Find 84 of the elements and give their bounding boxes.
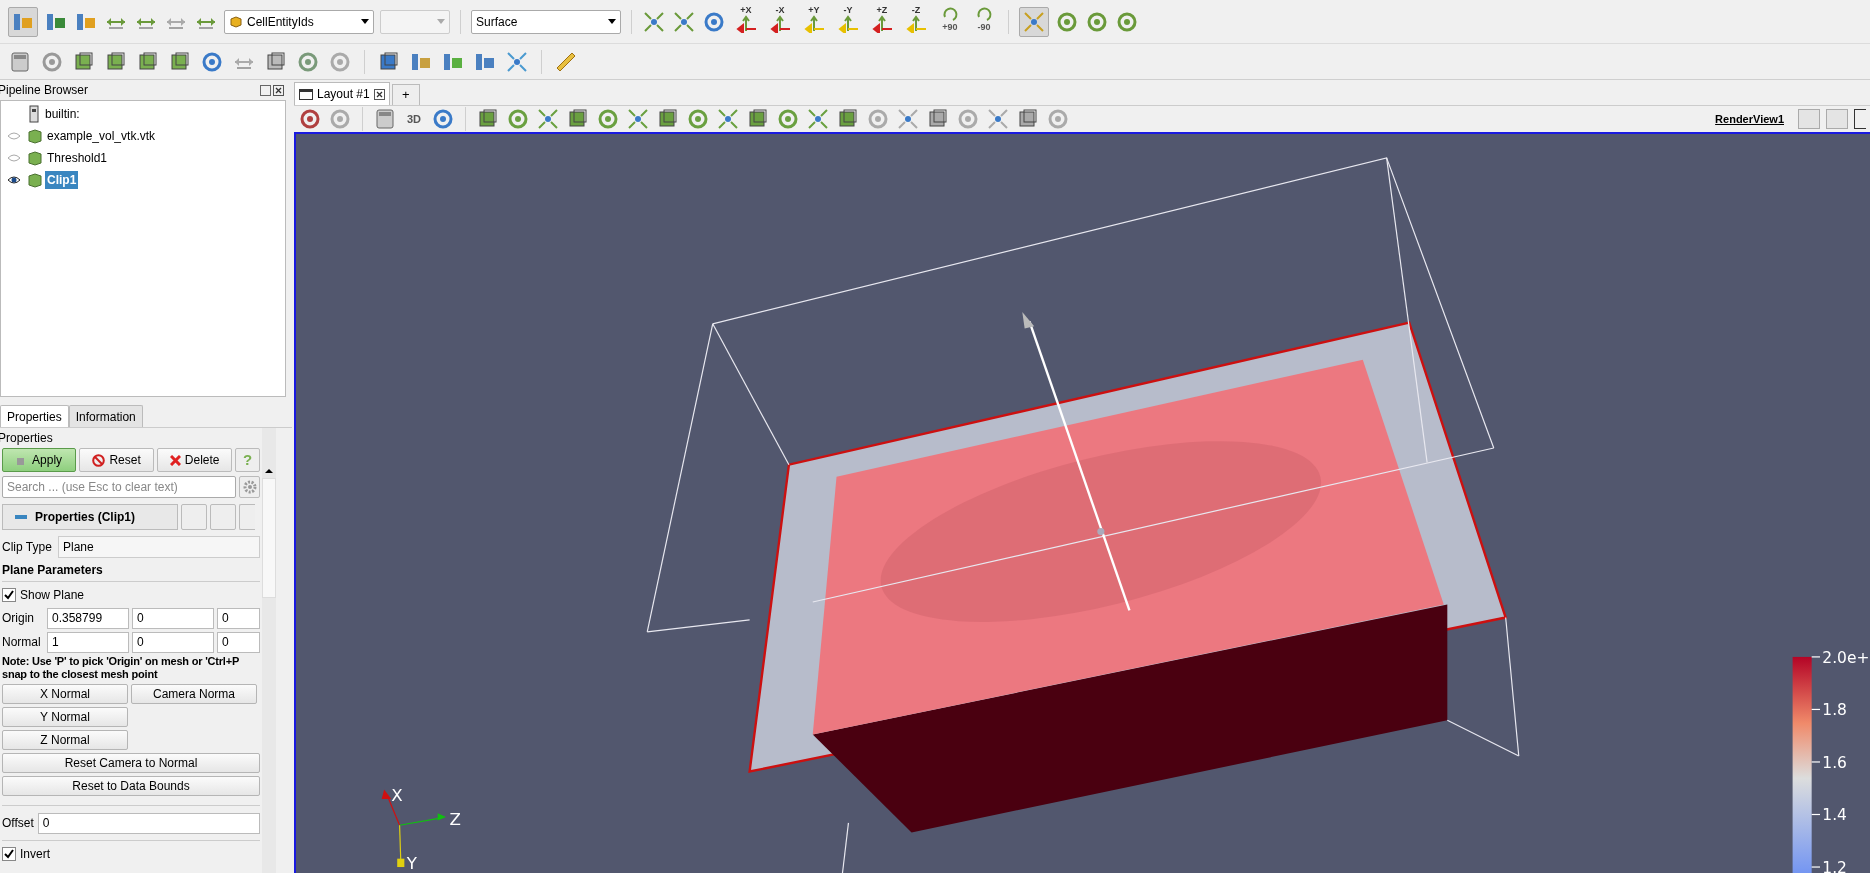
axis-label: Y: [406, 854, 417, 873]
view-direction-button[interactable]: -X: [766, 5, 794, 38]
array-select[interactable]: CellEntityIds: [224, 9, 374, 34]
gear-icon: [242, 480, 257, 494]
view-direction-button[interactable]: +Z: [868, 5, 896, 38]
maximize-icon[interactable]: [1854, 109, 1866, 129]
view-name: RenderView1: [1715, 111, 1784, 127]
number-field[interactable]: 0: [217, 607, 260, 629]
normal-button[interactable]: X Normal: [2, 684, 128, 704]
legend-label: 2.0e+: [1822, 648, 1870, 667]
group-title: Plane Parameters: [2, 562, 260, 582]
offset-field[interactable]: 0: [37, 812, 260, 834]
rotate-button[interactable]: -90: [970, 4, 998, 39]
tick-mark: [1811, 656, 1821, 658]
rotate-button[interactable]: +90: [936, 4, 964, 39]
tick-mark: [1811, 708, 1821, 711]
view-direction-button[interactable]: -Y: [834, 5, 862, 38]
field-label: Offset: [2, 815, 34, 832]
field-label: Normal: [2, 634, 42, 651]
delete-button[interactable]: Delete: [157, 448, 233, 472]
legend-label: 1.2: [1822, 859, 1847, 873]
tick-mark: [1811, 813, 1821, 816]
delete-icon: [169, 454, 181, 466]
cube-icon: [229, 14, 243, 29]
note-text: Note: Use 'P' to pick 'Origin' on mesh or 'Ctrl+P: [2, 655, 241, 668]
layout-tab[interactable]: Layout #1: [294, 82, 390, 105]
float-icon[interactable]: [260, 84, 271, 96]
view-direction-button[interactable]: +Y: [800, 5, 828, 38]
field-label: Clip Type: [2, 539, 53, 556]
number-field[interactable]: 0: [132, 631, 214, 653]
checkbox[interactable]: [2, 847, 16, 861]
pipeline-item[interactable]: Threshold1: [45, 149, 110, 167]
representation-select[interactable]: Surface: [471, 9, 621, 34]
apply-button[interactable]: Apply: [2, 448, 77, 472]
checkbox[interactable]: [2, 588, 16, 602]
section-header[interactable]: Properties (Clip1): [2, 504, 178, 530]
normal-button[interactable]: Camera Norma: [131, 684, 257, 704]
add-tab-button[interactable]: +: [391, 84, 420, 105]
collapse-icon: [15, 515, 27, 519]
server-icon: [27, 105, 41, 123]
number-field[interactable]: 0: [132, 607, 214, 629]
checkbox-label: Show Plane: [20, 587, 85, 604]
axis-label: Z: [449, 810, 461, 830]
cube-icon: [27, 150, 43, 166]
scrollbar[interactable]: [262, 428, 276, 873]
reset-button[interactable]: Reset: [79, 448, 155, 472]
render-view[interactable]: 2.0e+ 1.8 1.6 1.4 1.2 X Y Z: [294, 132, 1870, 873]
reset-bounds-button[interactable]: Reset to Data Bounds: [2, 776, 260, 796]
caret-icon: [361, 19, 369, 24]
no-entry-icon: [92, 453, 106, 467]
note-text: snap to the closest mesh point: [2, 668, 159, 681]
view-direction-button[interactable]: -Z: [902, 5, 930, 38]
legend-label: 1.6: [1822, 753, 1847, 772]
search-field[interactable]: Search ... (use Esc to clear text): [2, 476, 236, 498]
clip-type-select[interactable]: Plane: [58, 536, 260, 558]
close-icon[interactable]: [373, 88, 385, 100]
cube-icon: [27, 128, 43, 144]
panel-tab[interactable]: Properties: [0, 405, 69, 427]
caret-icon: [437, 19, 445, 24]
caret-icon: [608, 19, 616, 24]
number-field[interactable]: 0.358799: [47, 607, 129, 629]
pipeline-item[interactable]: builtin:: [43, 105, 82, 123]
panel-tab[interactable]: Information: [68, 405, 143, 427]
legend-label: 1.8: [1822, 701, 1847, 720]
tick-mark: [1811, 761, 1821, 763]
reset-bounds-button[interactable]: Reset Camera to Normal: [2, 753, 260, 773]
axis-label: X: [391, 786, 403, 806]
view-direction-button[interactable]: +X: [732, 5, 760, 38]
mode-button[interactable]: 3D: [403, 110, 426, 128]
normal-arrow[interactable]: [1022, 311, 1131, 611]
window-icon: [299, 88, 313, 100]
legend-label: 1.4: [1822, 806, 1847, 825]
cube-icon: [27, 172, 43, 188]
pipeline-item[interactable]: example_vol_vtk.vtk: [45, 127, 158, 145]
tick-mark: [1811, 866, 1821, 868]
eye-icon[interactable]: [7, 175, 21, 185]
field-label: Origin: [2, 610, 35, 627]
pipeline-item[interactable]: Clip1: [45, 171, 79, 189]
normal-button[interactable]: Y Normal: [2, 707, 128, 727]
number-field[interactable]: 1: [47, 631, 129, 653]
normal-button[interactable]: Z Normal: [2, 730, 128, 750]
checkbox-label: Invert: [20, 846, 50, 863]
number-field[interactable]: 0: [217, 631, 260, 653]
close-icon[interactable]: [273, 84, 284, 96]
